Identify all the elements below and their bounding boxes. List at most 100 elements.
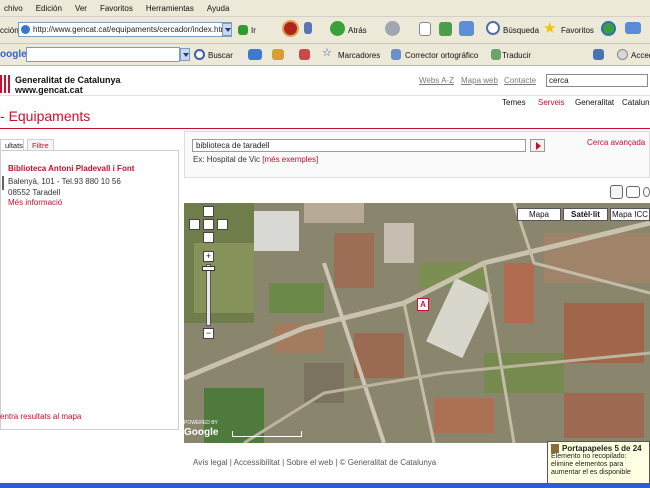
bookmarks-star-icon[interactable]: ☆ — [322, 48, 332, 59]
back-arrow-icon[interactable] — [330, 21, 345, 36]
stop-icon[interactable] — [419, 22, 431, 36]
result-marker-bar — [2, 176, 4, 190]
nav-serveis[interactable]: Serveis — [538, 98, 565, 107]
url-input[interactable]: http://www.gencat.cat/equipaments/cercad… — [18, 22, 232, 37]
google-map-logo[interactable]: Google — [184, 427, 218, 438]
zoom-slider-handle[interactable] — [202, 266, 215, 271]
spellcheck-icon[interactable] — [391, 49, 401, 60]
home-icon[interactable] — [459, 21, 474, 36]
site-footer: Avís legal | Accessibilitat | Sobre el w… — [193, 458, 437, 467]
google-search-input[interactable] — [26, 47, 180, 62]
menu-archivo[interactable]: chivo — [4, 4, 23, 13]
clipboard-balloon[interactable]: Portapapeles 5 de 24 Elemento no recopil… — [547, 441, 650, 484]
result-address: Balenyà, 101 - Tel.93 880 10 56 — [8, 177, 121, 186]
link-contacte[interactable]: Contacte — [504, 76, 536, 85]
search-icon[interactable] — [486, 21, 500, 35]
address-toolbar: cción http://www.gencat.cat/equipaments/… — [0, 17, 650, 44]
search-submit-button[interactable] — [530, 139, 545, 152]
browser-menu-bar: chivo Edición Ver Favoritos Herramientas… — [0, 0, 650, 17]
title-rule — [0, 128, 650, 129]
refresh-icon[interactable] — [439, 22, 452, 36]
logo-url[interactable]: www.gencat.cat — [15, 85, 83, 95]
link-mapa-web[interactable]: Mapa web — [461, 76, 498, 85]
satellite-map[interactable]: + − A POWERED BY Google — [184, 203, 650, 443]
zoom-in-icon[interactable]: + — [203, 251, 214, 262]
search-button-label[interactable]: Búsqueda — [503, 26, 539, 35]
map-type-satellite[interactable]: Satèl·lit — [563, 208, 608, 221]
pan-down-icon[interactable] — [203, 232, 214, 243]
generalitat-logo-icon[interactable] — [0, 75, 11, 93]
translate-button-label[interactable]: Traducir — [502, 51, 531, 60]
ie-page-icon — [21, 25, 30, 34]
back-button-label[interactable]: Atrás — [348, 26, 367, 35]
menu-ayuda[interactable]: Ayuda — [207, 4, 230, 13]
google-search-button-label[interactable]: Buscar — [208, 51, 233, 60]
menu-favoritos[interactable]: Favoritos — [100, 4, 133, 13]
example-text: Ex: Hospital de Vic — [193, 155, 260, 164]
bookmarks-button-label[interactable]: Marcadores — [338, 51, 380, 60]
link-icon[interactable] — [643, 187, 650, 197]
favorites-star-icon[interactable]: ★ — [543, 21, 558, 36]
clipboard-title: Portapapeles 5 de 24 — [562, 443, 642, 453]
map-marker-a[interactable]: A — [417, 298, 429, 311]
menu-herramientas[interactable]: Herramientas — [146, 4, 194, 13]
popup-blocker-icon[interactable] — [248, 49, 262, 60]
google-logo: oogle — [0, 49, 27, 60]
google-search-icon[interactable] — [194, 49, 205, 60]
spellcheck-button-label[interactable]: Corrector ortográfico — [405, 51, 478, 60]
nav-generalitat[interactable]: Generalitat — [575, 98, 614, 107]
check-icon[interactable] — [272, 49, 284, 60]
nav-catalunya[interactable]: Catalun — [622, 98, 650, 107]
zoom-out-icon[interactable]: − — [203, 328, 214, 339]
favorites-button-label[interactable]: Favoritos — [561, 26, 594, 35]
more-examples-link[interactable]: [més exemples] — [262, 155, 318, 164]
email-icon[interactable] — [626, 186, 640, 198]
google-toolbar: oogle Buscar ☆ Marcadores Corrector orto… — [0, 44, 650, 66]
clipboard-icon — [551, 444, 559, 453]
pan-center-icon[interactable] — [203, 219, 214, 230]
mail-icon[interactable] — [625, 22, 641, 34]
result-title-link[interactable]: Biblioteca Antoni Pladevall i Font — [8, 164, 134, 173]
print-icon[interactable] — [610, 185, 623, 199]
forward-arrow-icon[interactable] — [385, 21, 400, 36]
header-divider — [0, 95, 650, 96]
site-search-input[interactable]: cerca — [546, 74, 648, 87]
powered-by-label: POWERED BY — [184, 420, 218, 426]
pan-left-icon[interactable] — [189, 219, 200, 230]
link-webs-a-z[interactable]: Webs A-Z — [419, 76, 454, 85]
center-results-link[interactable]: entra resultats al mapa — [0, 412, 81, 421]
logo-title[interactable]: Generalitat de Catalunya — [15, 75, 121, 85]
equipment-search-input[interactable]: biblioteca de taradell — [192, 139, 526, 152]
result-postal: 08552 Taradell — [8, 188, 61, 197]
menu-edicion[interactable]: Edición — [36, 4, 62, 13]
autofill-icon[interactable] — [299, 49, 310, 60]
results-panel: Biblioteca Antoni Pladevall i Font Balen… — [0, 150, 179, 430]
pan-up-icon[interactable] — [203, 206, 214, 217]
settings-wrench-icon[interactable] — [593, 49, 604, 60]
access-icon[interactable] — [617, 49, 628, 60]
nav-temes[interactable]: Temes — [502, 98, 526, 107]
translate-icon[interactable] — [491, 49, 501, 60]
search-example: Ex: Hospital de Vic [més exemples] — [193, 155, 318, 164]
map-type-icc[interactable]: Mapa ICC — [610, 208, 650, 221]
result-more-info-link[interactable]: Més informació — [8, 198, 62, 207]
access-button-label[interactable]: Acced — [631, 51, 650, 60]
address-label: cción — [0, 26, 19, 35]
toolbar-dropdown-icon[interactable] — [304, 22, 312, 34]
google-search-dropdown[interactable] — [180, 48, 190, 61]
map-scale-bar — [232, 431, 302, 437]
media-icon[interactable] — [601, 21, 616, 36]
url-dropdown-button[interactable] — [222, 23, 232, 36]
go-button-label[interactable]: Ir — [251, 26, 256, 35]
zoom-slider-track[interactable] — [206, 264, 211, 326]
taskbar-strip — [0, 483, 650, 488]
menu-ver[interactable]: Ver — [75, 4, 87, 13]
toolbar-plugin-icon[interactable] — [282, 20, 299, 37]
advanced-search-link[interactable]: Cerca avançada — [587, 138, 645, 147]
go-arrow-icon[interactable] — [238, 25, 248, 35]
pan-right-icon[interactable] — [217, 219, 228, 230]
clipboard-message: Elemento no recopilado: elimine elemento… — [551, 453, 631, 476]
page-title: - Equipaments — [0, 108, 91, 124]
map-type-mapa[interactable]: Mapa — [517, 208, 561, 221]
satellite-imagery — [184, 203, 650, 443]
